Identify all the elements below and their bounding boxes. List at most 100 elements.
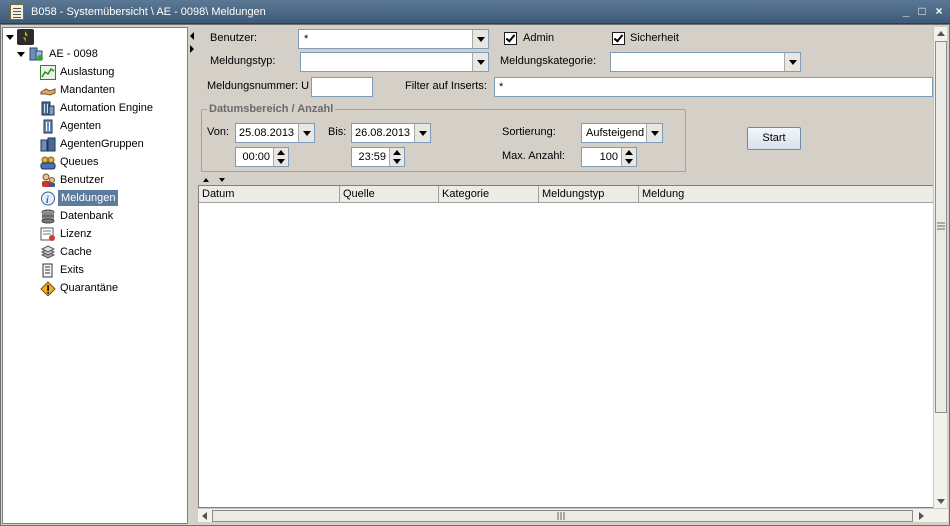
tree-node-ae[interactable]: AE - 0098 — [15, 46, 185, 63]
tree-item-label: Queues — [60, 156, 99, 168]
scroll-right-icon[interactable] — [919, 512, 924, 520]
maximize-button[interactable]: □ — [914, 4, 930, 19]
scroll-up-icon[interactable] — [937, 31, 945, 36]
max-anzahl-value: 100 — [599, 151, 618, 163]
arrow-down-icon[interactable] — [219, 178, 225, 182]
expand-right-icon[interactable] — [190, 45, 194, 53]
users-icon — [40, 173, 56, 188]
system-tree[interactable]: AE - 0098 Auslastung Mandanten Automatio… — [2, 27, 188, 524]
chevron-down-icon[interactable] — [298, 124, 314, 142]
document-icon — [10, 4, 24, 20]
arrow-down-icon[interactable] — [277, 159, 285, 164]
column-header-quelle[interactable]: Quelle — [340, 186, 439, 203]
arrow-up-icon[interactable] — [203, 178, 209, 182]
tree-item-mandanten[interactable]: Mandanten — [39, 82, 179, 99]
sicherheit-label: Sicherheit — [630, 32, 679, 44]
chevron-down-icon[interactable] — [784, 53, 800, 71]
meldungskategorie-combo[interactable] — [610, 52, 801, 72]
von-label: Von: — [207, 126, 230, 138]
filter-inserts-input[interactable]: * — [494, 77, 933, 97]
tree-item-meldungen[interactable]: i Meldungen — [39, 190, 179, 207]
arrow-down-icon[interactable] — [393, 159, 401, 164]
column-header-meldung[interactable]: Meldung — [639, 186, 933, 203]
spinner-buttons[interactable] — [621, 148, 636, 166]
close-button[interactable]: × — [931, 4, 947, 19]
spinner-buttons[interactable] — [273, 148, 288, 166]
tree-item-label: Lizenz — [60, 228, 92, 240]
tree-item-label: Exits — [60, 264, 84, 276]
collapse-left-icon[interactable] — [190, 32, 194, 40]
tree-item-auslastung[interactable]: Auslastung — [39, 64, 179, 81]
tree-item-quarantaene[interactable]: Quarantäne — [39, 280, 179, 297]
exits-icon — [40, 263, 56, 278]
arrow-up-icon[interactable] — [393, 150, 401, 155]
queues-icon — [40, 155, 56, 170]
tree-item-exits[interactable]: Exits — [39, 262, 179, 279]
tree-item-automation-engine[interactable]: Automation Engine — [39, 100, 179, 117]
tree-item-benutzer[interactable]: Benutzer — [39, 172, 179, 189]
messages-table[interactable]: Datum Quelle Kategorie Meldungstyp Meldu… — [198, 185, 934, 508]
license-icon — [40, 227, 56, 242]
tree-item-label: Auslastung — [60, 66, 115, 78]
arrow-down-icon[interactable] — [625, 159, 633, 164]
bis-time-spinner[interactable]: 23:59 — [351, 147, 405, 167]
sicherheit-checkbox[interactable] — [612, 32, 625, 45]
bis-label: Bis: — [328, 126, 347, 138]
horizontal-scrollbar[interactable] — [198, 508, 948, 522]
meldungstyp-combo[interactable] — [300, 52, 489, 72]
bis-date-picker[interactable]: 26.08.2013 — [351, 123, 431, 143]
max-anzahl-spinner[interactable]: 100 — [581, 147, 637, 167]
column-header-meldungstyp[interactable]: Meldungstyp — [539, 186, 639, 203]
bis-time-value: 23:59 — [358, 151, 386, 163]
scrollbar-thumb[interactable] — [212, 510, 913, 522]
tree-item-cache[interactable]: Cache — [39, 244, 179, 261]
tree-node-label: AE - 0098 — [49, 48, 98, 60]
tree-item-agentengruppen[interactable]: AgentenGruppen — [39, 136, 179, 153]
scroll-down-icon[interactable] — [937, 499, 945, 504]
vertical-scrollbar[interactable] — [933, 27, 947, 508]
panel-splitter[interactable] — [189, 27, 197, 524]
checkmark-icon — [505, 32, 516, 43]
benutzer-value: * — [304, 33, 309, 45]
von-time-spinner[interactable]: 00:00 — [235, 147, 289, 167]
column-header-kategorie[interactable]: Kategorie — [439, 186, 539, 203]
meldungsnummer-input[interactable] — [311, 77, 373, 97]
max-anzahl-label: Max. Anzahl: — [502, 150, 565, 162]
start-button[interactable]: Start — [747, 127, 801, 150]
spinner-buttons[interactable] — [389, 148, 404, 166]
system-root-icon — [17, 29, 34, 45]
server-icon — [28, 46, 44, 61]
chevron-down-icon[interactable] — [646, 124, 662, 142]
von-time-value: 00:00 — [242, 151, 270, 163]
checkmark-icon — [613, 32, 624, 43]
meldungsnummer-label: Meldungsnummer: U — [207, 80, 310, 92]
tree-item-lizenz[interactable]: Lizenz — [39, 226, 179, 243]
arrow-up-icon[interactable] — [625, 150, 633, 155]
arrow-up-icon[interactable] — [277, 150, 285, 155]
svg-text:i: i — [46, 195, 49, 206]
expand-arrow-icon[interactable] — [6, 35, 14, 40]
tree-item-label: Datenbank — [60, 210, 114, 222]
scrollbar-thumb[interactable] — [935, 41, 947, 413]
scroll-left-icon[interactable] — [202, 512, 207, 520]
tree-item-queues[interactable]: Queues — [39, 154, 179, 171]
database-icon — [40, 209, 56, 224]
tree-item-datenbank[interactable]: Datenbank — [39, 208, 179, 225]
chevron-down-icon[interactable] — [472, 30, 488, 48]
chevron-down-icon[interactable] — [414, 124, 430, 142]
tree-root-node[interactable] — [5, 29, 45, 46]
expand-arrow-icon[interactable] — [17, 52, 25, 57]
benutzer-combo[interactable]: * — [298, 29, 489, 49]
meldungstyp-label: Meldungstyp: — [210, 55, 276, 67]
chevron-down-icon[interactable] — [472, 53, 488, 71]
sortierung-combo[interactable]: Aufsteigend — [581, 123, 663, 143]
filter-collapse-toggle[interactable] — [203, 177, 227, 185]
von-date-picker[interactable]: 25.08.2013 — [235, 123, 315, 143]
benutzer-label: Benutzer: — [210, 32, 258, 44]
column-header-datum[interactable]: Datum — [199, 186, 340, 203]
tree-item-agenten[interactable]: Agenten — [39, 118, 179, 135]
admin-checkbox[interactable] — [504, 32, 517, 45]
grip-icon — [937, 222, 945, 230]
minimize-button[interactable]: _ — [898, 4, 914, 19]
tree-item-label: Automation Engine — [60, 102, 153, 114]
